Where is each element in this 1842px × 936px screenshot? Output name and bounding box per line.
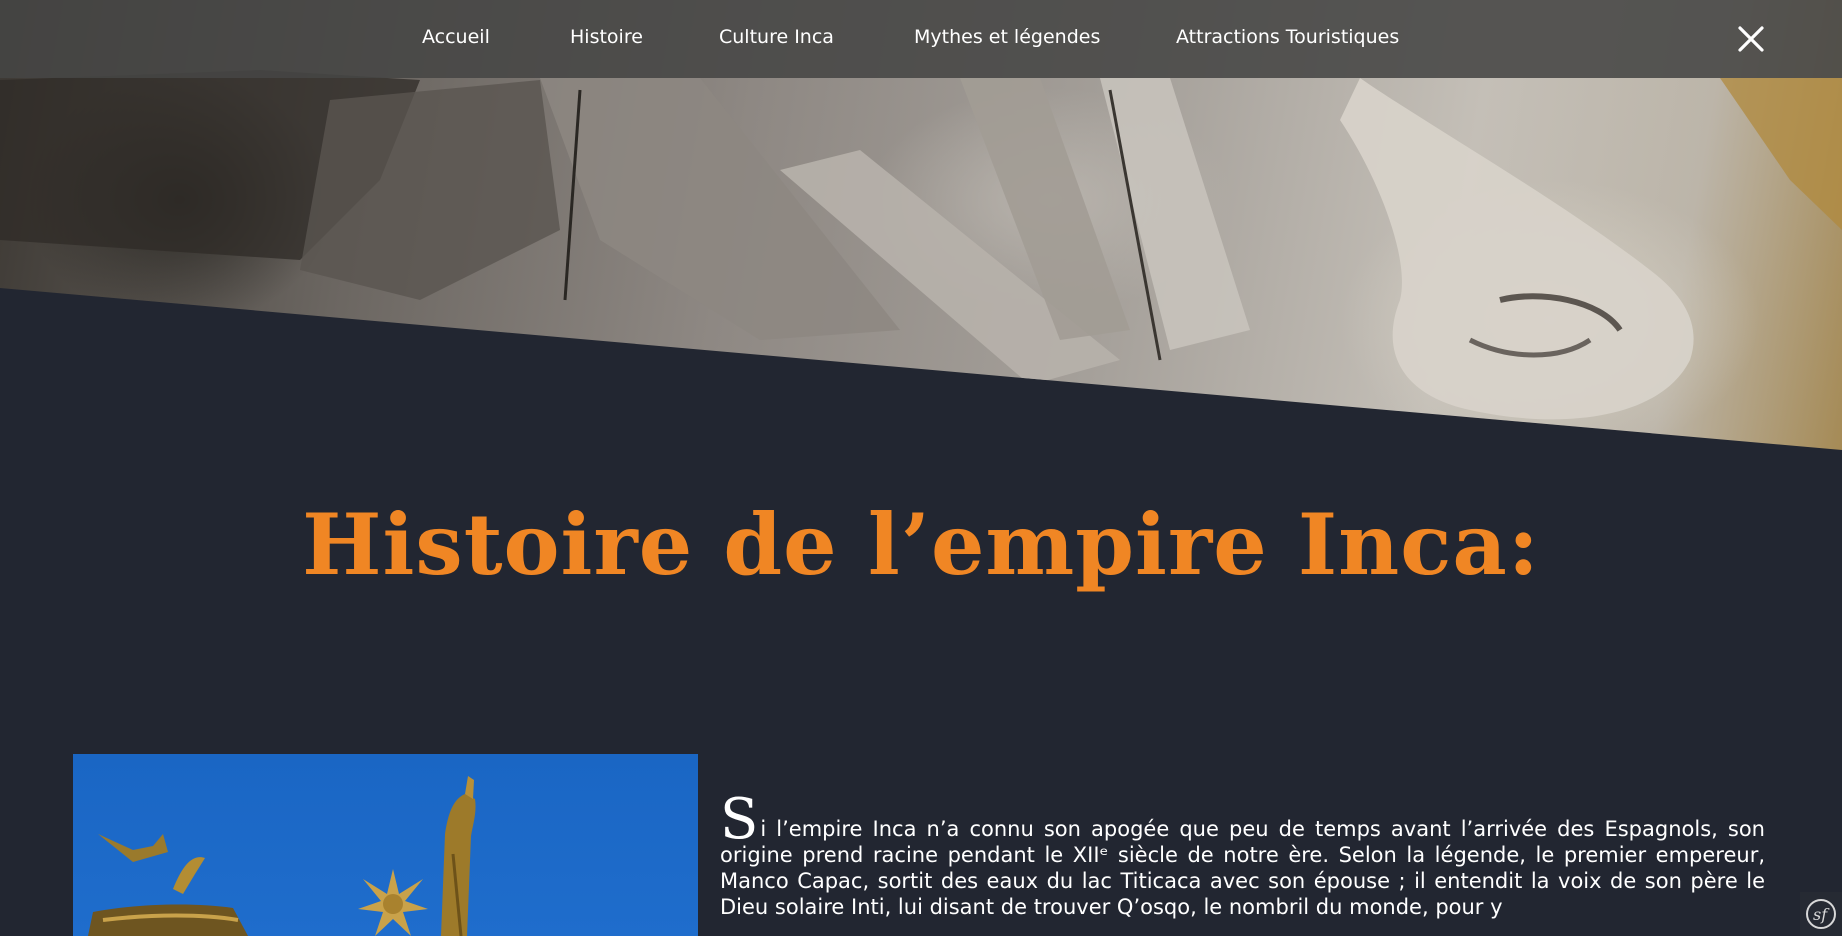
nav-item-culture-inca[interactable]: Culture Inca	[719, 24, 834, 50]
page: Accueil Histoire Culture Inca Mythes et …	[0, 0, 1842, 936]
nav-menu: Accueil Histoire Culture Inca Mythes et …	[0, 0, 1842, 72]
nav-item-histoire[interactable]: Histoire	[570, 24, 643, 50]
svg-text:sf: sf	[1813, 905, 1830, 924]
statue-image	[73, 754, 698, 936]
intro-text: i l’empire Inca n’a connu son apogée que…	[720, 817, 1765, 919]
close-icon	[1738, 26, 1764, 52]
close-menu-button[interactable]	[1736, 24, 1766, 54]
nav-item-mythes-legendes[interactable]: Mythes et légendes	[914, 24, 1100, 50]
nav-item-attractions[interactable]: Attractions Touristiques	[1176, 24, 1399, 50]
symfony-toolbar-toggle[interactable]: sf	[1800, 892, 1842, 936]
page-title: Histoire de l’empire Inca:	[302, 495, 1540, 594]
top-navbar: Accueil Histoire Culture Inca Mythes et …	[0, 0, 1842, 78]
statue-illustration	[88, 776, 476, 936]
symfony-icon: sf	[1806, 899, 1836, 929]
intro-paragraph: Si l’empire Inca n’a connu son apogée qu…	[720, 792, 1765, 920]
nav-item-accueil[interactable]: Accueil	[422, 24, 490, 50]
